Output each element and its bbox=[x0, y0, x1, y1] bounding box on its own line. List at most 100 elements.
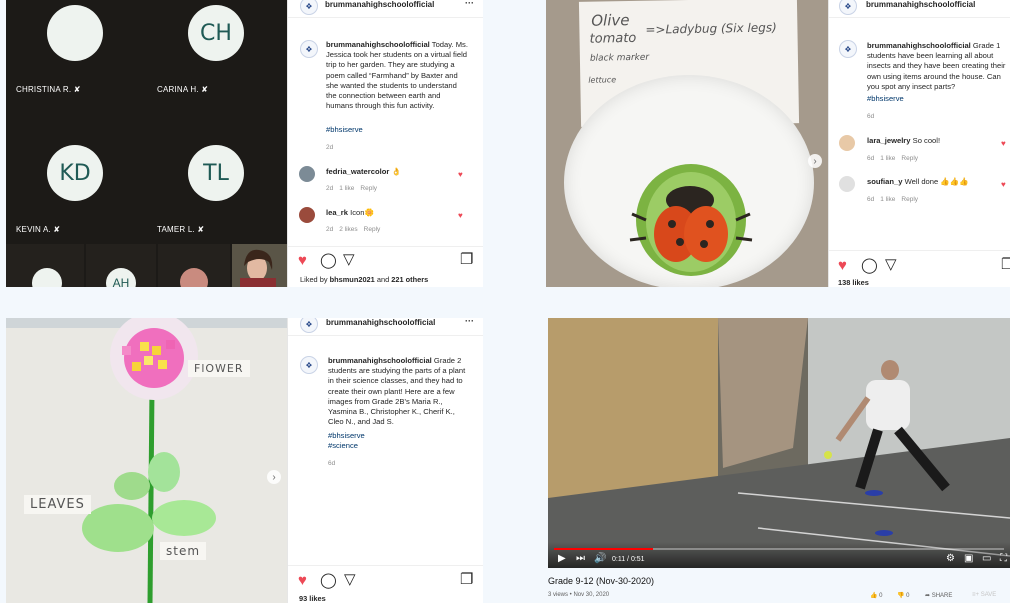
liked-by-others[interactable]: 221 others bbox=[391, 275, 428, 284]
play-icon[interactable]: ▶ bbox=[558, 554, 566, 564]
bookmark-icon[interactable]: ❐ bbox=[460, 252, 473, 267]
next-arrow-icon[interactable]: › bbox=[808, 154, 822, 168]
comment-meta: 6d 1 like Reply bbox=[867, 196, 924, 203]
hashtag-link[interactable]: #bhsiserve bbox=[326, 125, 363, 135]
post-caption: brummanahighschoolofficial Grade 1 stude… bbox=[867, 41, 1007, 92]
next-icon[interactable]: ⏭ bbox=[576, 554, 585, 564]
comment: lara_jewelry So cool! bbox=[867, 136, 940, 145]
comment-icon[interactable]: ◯ bbox=[861, 258, 878, 273]
like-heart-icon[interactable]: ♥ bbox=[458, 211, 463, 220]
post-timestamp[interactable]: 6d bbox=[328, 460, 335, 467]
participant-tile[interactable]: TL TAMER L. ✘ bbox=[147, 120, 287, 242]
miniplayer-icon[interactable]: ▣ bbox=[964, 554, 973, 564]
reply-button[interactable]: Reply bbox=[360, 185, 377, 192]
share-icon[interactable]: ▽ bbox=[343, 252, 355, 267]
avatar: AH bbox=[106, 268, 136, 287]
heart-icon[interactable]: ♥ bbox=[838, 258, 847, 273]
comment-likes[interactable]: 2 likes bbox=[339, 226, 357, 233]
share-icon[interactable]: ▽ bbox=[344, 572, 356, 587]
video-player[interactable]: ▶ ⏭ 🔊 0:11 / 0:51 ⚙ ▣ ▭ ⛶ bbox=[548, 318, 1010, 568]
participant-name: KEVIN A. ✘ bbox=[16, 225, 60, 234]
school-logo-icon[interactable]: ❖ bbox=[300, 0, 318, 15]
reply-button[interactable]: Reply bbox=[364, 226, 381, 233]
reply-button[interactable]: Reply bbox=[901, 196, 918, 203]
avatar[interactable] bbox=[839, 176, 855, 192]
school-logo-icon[interactable]: ❖ bbox=[839, 0, 857, 15]
bookmark-icon[interactable]: ❐ bbox=[460, 572, 473, 587]
caption-text: Grade 2 students are studying the parts … bbox=[328, 356, 466, 427]
like-count: 0 bbox=[879, 593, 883, 599]
comment: lea_rk Icon🌼 bbox=[326, 208, 374, 217]
school-logo-icon[interactable]: ❖ bbox=[300, 356, 318, 374]
participant-tile[interactable] bbox=[6, 244, 84, 287]
video-meta: 3 views • Nov 30, 2020 bbox=[548, 592, 610, 598]
caption-username[interactable]: brummanahighschoolofficial bbox=[328, 356, 432, 365]
caption-username[interactable]: brummanahighschoolofficial bbox=[326, 40, 430, 49]
comment-username[interactable]: soufian_y bbox=[867, 177, 902, 186]
hashtag-link[interactable]: #bhsiserve bbox=[328, 431, 365, 441]
like-heart-icon[interactable]: ♥ bbox=[1001, 139, 1006, 148]
comment-username[interactable]: lara_jewelry bbox=[867, 136, 911, 145]
theater-mode-icon[interactable]: ▭ bbox=[982, 554, 991, 564]
post-username[interactable]: brummanahighschoolofficial bbox=[866, 0, 975, 9]
progress-bar[interactable] bbox=[554, 548, 1004, 550]
post-username[interactable]: brummanahighschoolofficial bbox=[326, 318, 435, 327]
post-image-ladybug: Olive tomato black marker lettuce =>Lady… bbox=[546, 0, 828, 287]
school-logo-icon[interactable]: ❖ bbox=[839, 40, 857, 58]
caption-username[interactable]: brummanahighschoolofficial bbox=[867, 41, 971, 50]
like-heart-icon[interactable]: ♥ bbox=[1001, 180, 1006, 189]
comment-icon[interactable]: ◯ bbox=[320, 253, 337, 268]
post-actions: ♥ ◯ ▽ ❐ 93 likes bbox=[288, 565, 483, 603]
comment: soufian_y Well done 👍👍👍 bbox=[867, 177, 969, 186]
post-timestamp[interactable]: 6d bbox=[867, 113, 874, 120]
bookmark-icon[interactable]: ❐ bbox=[1001, 257, 1010, 272]
comment-meta: 2d 1 like Reply bbox=[326, 185, 383, 192]
comment-likes[interactable]: 1 like bbox=[880, 155, 895, 162]
participant-tile[interactable]: KD KEVIN A. ✘ bbox=[6, 120, 146, 242]
save-button[interactable]: ≡+ SAVE bbox=[972, 592, 996, 598]
comment-username[interactable]: fedria_watercolor bbox=[326, 167, 389, 176]
post-username[interactable]: brummanahighschoolofficial bbox=[325, 0, 434, 9]
caption-text: Today. Ms. Jessica took her students on … bbox=[326, 40, 468, 111]
next-arrow-icon[interactable]: › bbox=[267, 470, 281, 484]
school-logo-icon[interactable]: ❖ bbox=[300, 318, 318, 333]
like-heart-icon[interactable]: ♥ bbox=[458, 170, 463, 179]
reply-button[interactable]: Reply bbox=[901, 155, 918, 162]
dislike-button[interactable]: 👎 0 bbox=[897, 592, 910, 599]
participant-tile[interactable]: CH CARINA H. ✘ bbox=[147, 0, 287, 122]
more-options-icon[interactable]: ··· bbox=[465, 0, 474, 8]
comment-meta: 6d 1 like Reply bbox=[867, 155, 924, 162]
hashtag-link[interactable]: #science bbox=[328, 441, 358, 451]
volume-icon[interactable]: 🔊 bbox=[594, 554, 606, 564]
more-options-icon[interactable]: ··· bbox=[465, 318, 474, 326]
comment-likes[interactable]: 1 like bbox=[339, 185, 354, 192]
comment-time: 6d bbox=[867, 155, 875, 162]
hashtag-link[interactable]: #bhsiserve bbox=[867, 94, 904, 104]
participant-tile[interactable]: AH bbox=[86, 244, 156, 287]
share-button[interactable]: ➦ SHARE bbox=[925, 592, 952, 599]
comment-icon[interactable]: ◯ bbox=[320, 573, 337, 588]
time-current: 0:11 bbox=[612, 556, 626, 563]
participant-tile[interactable]: CHRISTINA R. ✘ bbox=[6, 0, 146, 122]
avatar[interactable] bbox=[299, 207, 315, 223]
post-actions: ♥ ◯ ▽ ❐ 138 likes bbox=[829, 250, 1010, 287]
paper-line: black marker bbox=[589, 52, 650, 64]
liked-by-user[interactable]: bhsmun2021 bbox=[330, 275, 375, 284]
school-logo-icon[interactable]: ❖ bbox=[300, 40, 318, 58]
likes-count[interactable]: 93 likes bbox=[299, 594, 326, 603]
comment-text: So cool! bbox=[912, 136, 941, 145]
heart-icon[interactable]: ♥ bbox=[298, 573, 307, 588]
comment-likes[interactable]: 1 like bbox=[880, 196, 895, 203]
participant-video[interactable] bbox=[232, 244, 287, 287]
post-timestamp[interactable]: 2d bbox=[326, 144, 333, 151]
like-button[interactable]: 👍 0 bbox=[870, 592, 883, 599]
avatar[interactable] bbox=[839, 135, 855, 151]
avatar[interactable] bbox=[299, 166, 315, 182]
participant-tile[interactable] bbox=[158, 244, 230, 287]
likes-count[interactable]: 138 likes bbox=[838, 278, 869, 287]
comment-username[interactable]: lea_rk bbox=[326, 208, 348, 217]
fullscreen-icon[interactable]: ⛶ bbox=[1000, 554, 1007, 564]
settings-gear-icon[interactable]: ⚙ bbox=[946, 554, 955, 564]
share-icon[interactable]: ▽ bbox=[885, 257, 897, 272]
heart-icon[interactable]: ♥ bbox=[298, 253, 307, 268]
